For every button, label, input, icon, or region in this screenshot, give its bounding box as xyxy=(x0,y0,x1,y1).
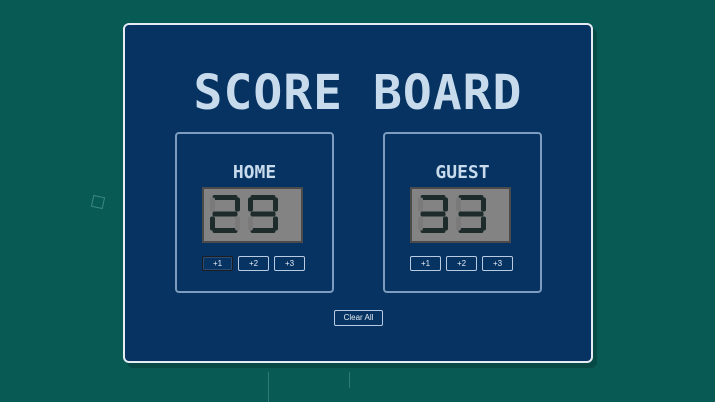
digit-segment xyxy=(418,216,423,231)
digit-segment xyxy=(420,228,446,233)
digit-segment xyxy=(456,216,461,231)
digit-segment xyxy=(443,197,448,212)
digit-segment xyxy=(418,197,423,212)
digit-segment xyxy=(235,216,240,231)
guest-plus-3-button[interactable]: +3 xyxy=(482,256,513,271)
digit-segment xyxy=(458,228,484,233)
guest-plus-2-button[interactable]: +2 xyxy=(446,256,477,271)
decorative-line xyxy=(268,372,269,402)
home-plus-1-button[interactable]: +1 xyxy=(202,256,233,271)
digit-segment xyxy=(210,197,215,212)
home-score-digits xyxy=(210,195,278,233)
digit-segment xyxy=(481,216,486,231)
digit-segment xyxy=(458,211,484,217)
guest-team-panel: GUEST +1 +2 +3 xyxy=(383,132,542,293)
digit-segment xyxy=(235,197,240,212)
home-plus-3-button[interactable]: +3 xyxy=(274,256,305,271)
home-team-name: HOME xyxy=(232,162,277,183)
digit-segment xyxy=(443,216,448,231)
home-score-display xyxy=(202,187,303,243)
digit-segment xyxy=(458,195,484,200)
digit-segment xyxy=(248,216,253,231)
digit-segment xyxy=(212,195,238,200)
digit-segment xyxy=(420,195,446,200)
decorative-square xyxy=(90,194,106,210)
scoreboard-panel: SCORE BOARD HOME +1 +2 +3 GUEST +1 +2 +3… xyxy=(123,23,593,363)
digit-segment xyxy=(248,197,253,212)
digit-segment xyxy=(212,228,238,233)
guest-team-name: GUEST xyxy=(435,162,490,183)
page-title: SCORE BOARD xyxy=(193,65,523,121)
guest-score-digits xyxy=(418,195,486,233)
digit-segment xyxy=(210,216,215,231)
digit-segment xyxy=(250,195,276,200)
digit-segment xyxy=(273,197,278,212)
digit-segment xyxy=(481,197,486,212)
digit-segment xyxy=(250,211,276,217)
home-team-panel: HOME +1 +2 +3 xyxy=(175,132,334,293)
guest-plus-1-button[interactable]: +1 xyxy=(410,256,441,271)
digit-segment xyxy=(250,228,276,233)
decorative-line xyxy=(349,372,350,388)
digit-segment xyxy=(420,211,446,217)
guest-score-display xyxy=(410,187,511,243)
digit-segment xyxy=(456,197,461,212)
digit-segment xyxy=(273,216,278,231)
clear-all-button[interactable]: Clear All xyxy=(334,310,383,326)
home-plus-2-button[interactable]: +2 xyxy=(238,256,269,271)
digit-segment xyxy=(212,211,238,217)
